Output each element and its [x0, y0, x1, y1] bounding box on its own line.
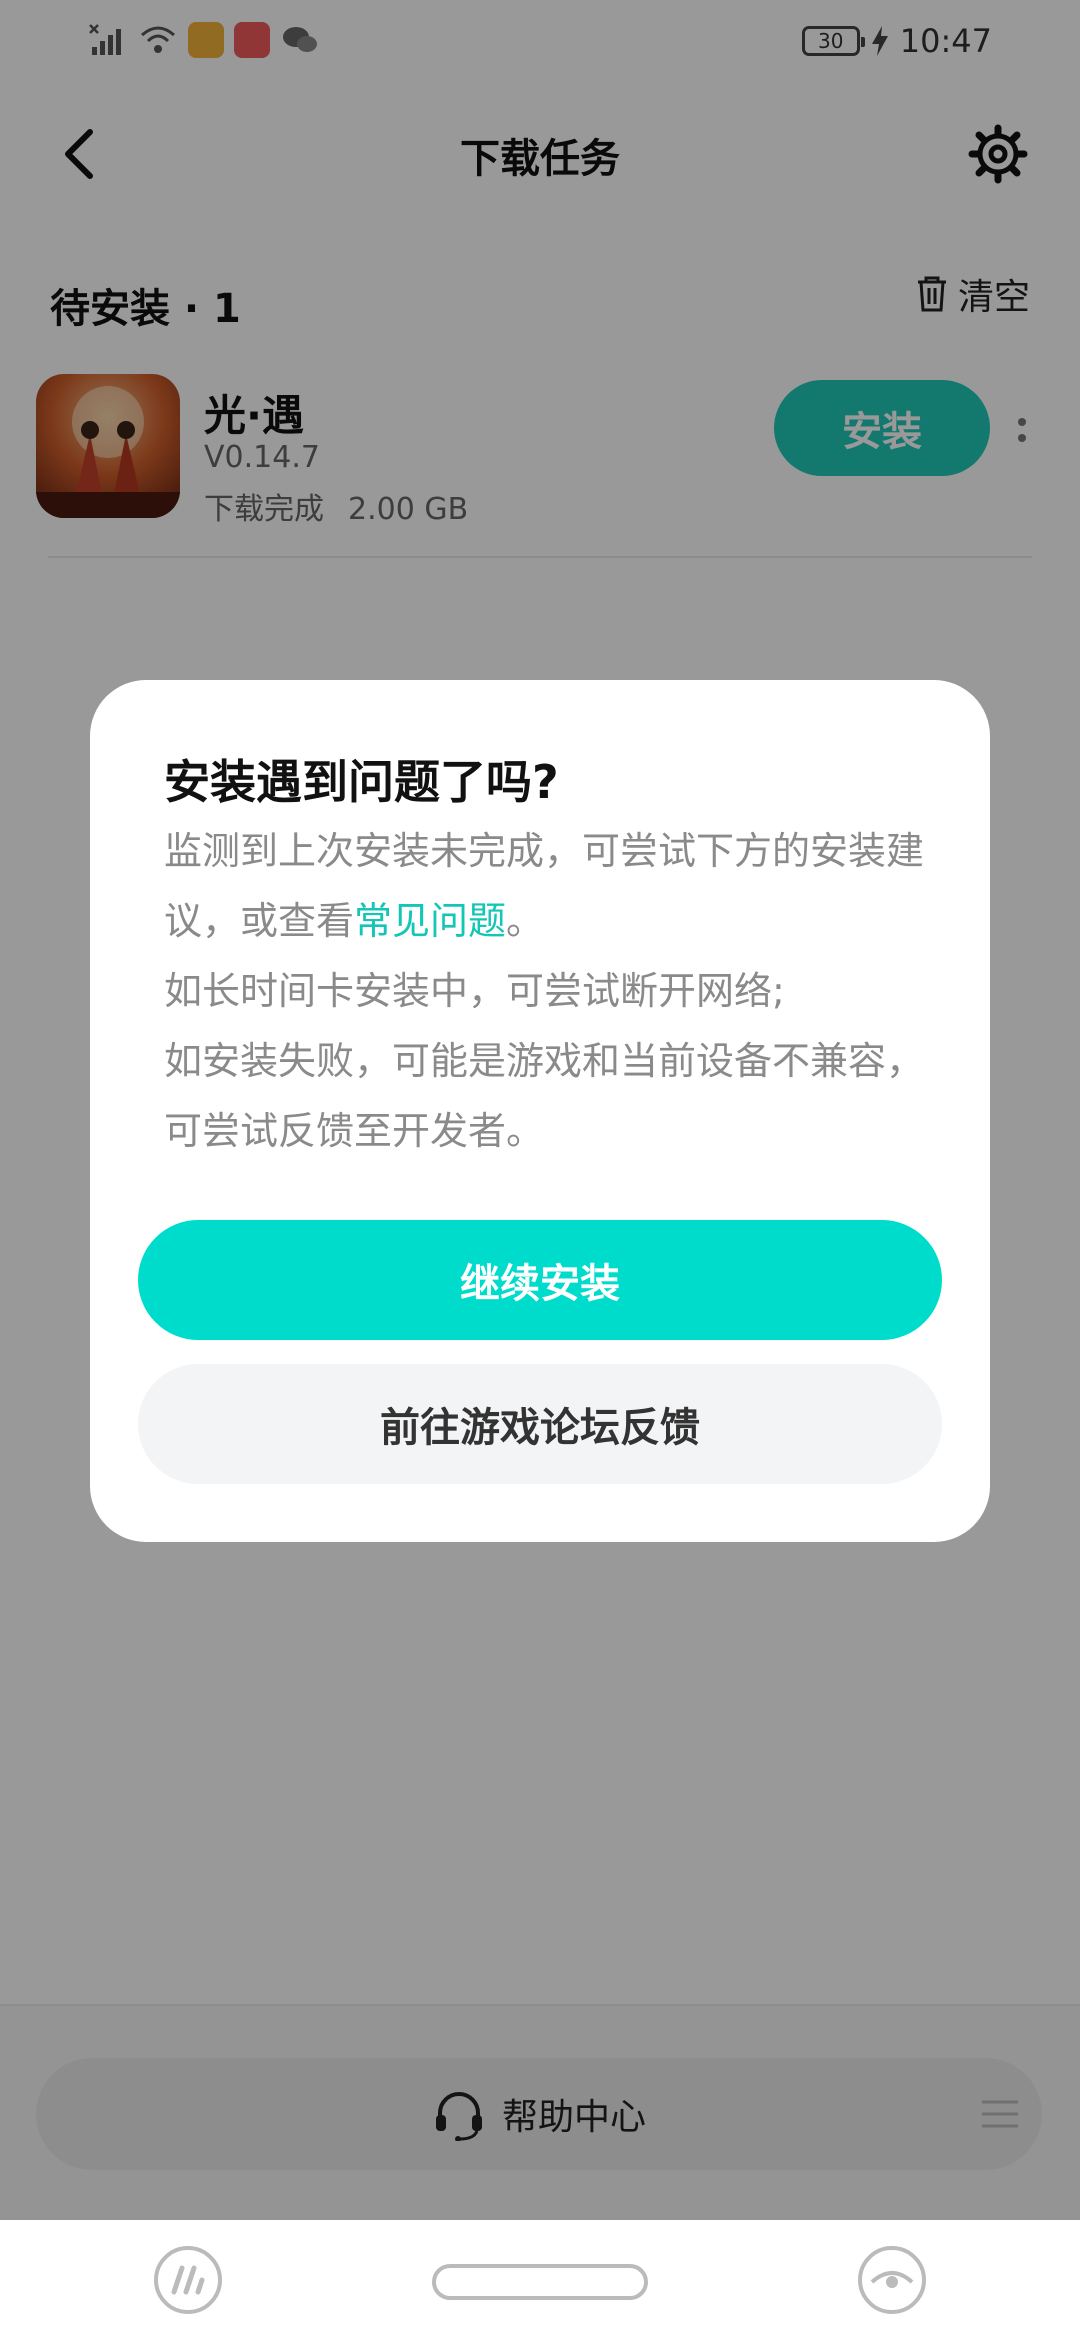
app-shortcut-icon[interactable] — [152, 2244, 224, 2316]
faq-link[interactable]: 常见问题 — [354, 899, 506, 943]
dialog-text-1-end: 。 — [506, 899, 545, 943]
home-pill[interactable] — [432, 2264, 648, 2300]
continue-install-button[interactable]: 继续安装 — [138, 1220, 942, 1340]
screen: 30 10:47 下载任务 待安装 · 1 清空 光·遇 V0.14.7 下载完… — [0, 0, 1080, 2340]
install-problem-dialog: 安装遇到问题了吗? 监测到上次安装未完成，可尝试下方的安装建议，或查看常见问题。… — [90, 680, 990, 1542]
dialog-paragraph-3: 如安装失败，可能是游戏和当前设备不兼容，可尝试反馈至开发者。 — [164, 1039, 925, 1153]
dialog-paragraph-1: 监测到上次安装未完成，可尝试下方的安装建议，或查看常见问题。 — [164, 816, 944, 956]
system-nav-bar — [0, 2220, 1080, 2340]
dialog-body: 监测到上次安装未完成，可尝试下方的安装建议，或查看常见问题。 如长时间卡安装中，… — [164, 816, 944, 1166]
forum-feedback-button[interactable]: 前往游戏论坛反馈 — [138, 1364, 942, 1484]
eye-icon[interactable] — [856, 2244, 928, 2316]
dialog-title: 安装遇到问题了吗? — [164, 755, 559, 809]
dialog-paragraph-2: 如长时间卡安装中，可尝试断开网络; — [164, 969, 785, 1013]
